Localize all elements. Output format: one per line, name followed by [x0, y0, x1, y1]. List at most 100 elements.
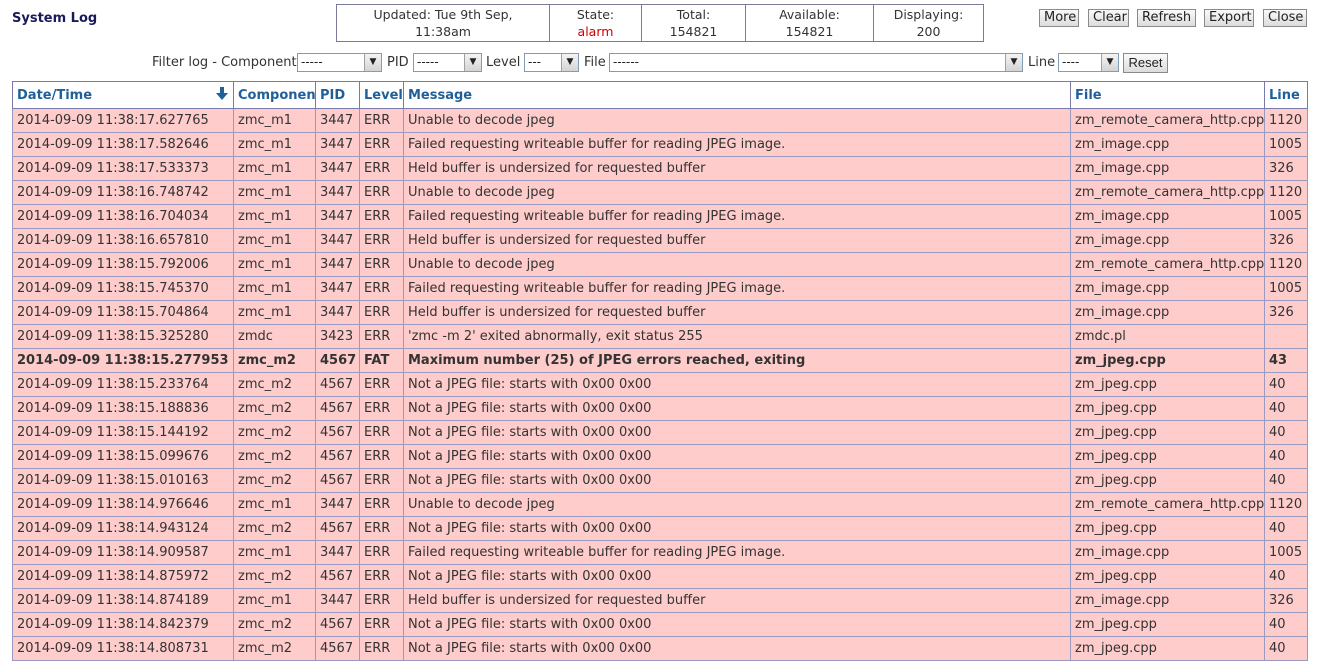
level-select[interactable]: --- ▼: [524, 53, 579, 72]
table-row[interactable]: 2014-09-09 11:38:15.325280 zmdc 3423 ERR'zm…: [12, 324, 1308, 349]
cell-message: Not a JPEG file: starts with 0x00 0x00: [403, 444, 1071, 469]
available-cell: Available: 154821: [745, 4, 874, 42]
cell-message: Held buffer is undersized for requested …: [403, 588, 1071, 613]
cell-pid: 3447: [315, 204, 360, 229]
more-button[interactable]: More: [1039, 9, 1079, 27]
cell-line: [1264, 324, 1308, 349]
table-row[interactable]: 2014-09-09 11:38:15.188836 zmc_m2 4567 ERR N…: [12, 396, 1308, 421]
cell-line: 1120: [1264, 252, 1308, 277]
cell-file: zm_image.cpp: [1070, 300, 1265, 325]
cell-datetime: 2014-09-09 11:38:15.704864: [12, 300, 234, 325]
cell-message: Not a JPEG file: starts with 0x00 0x00: [403, 468, 1071, 493]
filter-bar: Filter log - Component ----- ▼ PID -----…: [0, 52, 1323, 74]
cell-line: 40: [1264, 516, 1308, 541]
cell-level: ERR: [359, 516, 404, 541]
cell-file: zm_jpeg.cpp: [1070, 564, 1265, 589]
component-select[interactable]: ----- ▼: [297, 53, 382, 72]
cell-pid: 4567: [315, 468, 360, 493]
table-row[interactable]: 2014-09-09 11:38:15.144192 zmc_m2 4567 ERR N…: [12, 420, 1308, 445]
cell-component: zmc_m1: [233, 204, 316, 229]
column-header-file[interactable]: File: [1070, 81, 1265, 109]
table-row[interactable]: 2014-09-09 11:38:15.704864 zmc_m1 3447 ERR H…: [12, 300, 1308, 325]
close-button[interactable]: Close: [1263, 9, 1307, 27]
cell-level: ERR: [359, 588, 404, 613]
cell-message: Unable to decode jpeg: [403, 108, 1071, 133]
table-row[interactable]: 2014-09-09 11:38:17.582646 zmc_m1 3447 ERR F…: [12, 132, 1308, 157]
table-row[interactable]: 2014-09-09 11:38:14.909587 zmc_m1 3447 ERR F…: [12, 540, 1308, 565]
cell-level: ERR: [359, 444, 404, 469]
cell-message: Unable to decode jpeg: [403, 492, 1071, 517]
table-row[interactable]: 2014-09-09 11:38:15.277953 zmc_m2 4567 FAT M…: [12, 348, 1308, 373]
column-header-message[interactable]: Message: [403, 81, 1071, 109]
cell-line: 1120: [1264, 180, 1308, 205]
cell-component: zmc_m1: [233, 228, 316, 253]
table-row[interactable]: 2014-09-09 11:38:15.745370 zmc_m1 3447 ERR F…: [12, 276, 1308, 301]
cell-level: ERR: [359, 132, 404, 157]
cell-datetime: 2014-09-09 11:38:14.808731: [12, 636, 234, 661]
column-header-datetime[interactable]: Date/Time: [12, 81, 234, 109]
cell-datetime: 2014-09-09 11:38:14.842379: [12, 612, 234, 637]
export-button[interactable]: Export: [1204, 9, 1254, 27]
column-header-level[interactable]: Level: [359, 81, 404, 109]
cell-level: ERR: [359, 396, 404, 421]
table-row[interactable]: 2014-09-09 11:38:16.704034 zmc_m1 3447 ERR F…: [12, 204, 1308, 229]
cell-component: zmc_m2: [233, 348, 316, 373]
chevron-down-icon: ▼: [561, 54, 578, 71]
table-row[interactable]: 2014-09-09 11:38:14.874189 zmc_m1 3447 ERR H…: [12, 588, 1308, 613]
column-header-component[interactable]: Component: [233, 81, 322, 109]
line-select[interactable]: ---- ▼: [1058, 53, 1119, 72]
cell-line: 1005: [1264, 540, 1308, 565]
table-row[interactable]: 2014-09-09 11:38:14.875972 zmc_m2 4567 ERR N…: [12, 564, 1308, 589]
log-table-body: 2014-09-09 11:38:17.627765 zmc_m1 3447 ERR U…: [12, 108, 1308, 661]
cell-datetime: 2014-09-09 11:38:16.704034: [12, 204, 234, 229]
cell-pid: 4567: [315, 636, 360, 661]
cell-message: Not a JPEG file: starts with 0x00 0x00: [403, 636, 1071, 661]
table-row[interactable]: 2014-09-09 11:38:14.842379 zmc_m2 4567 ERR N…: [12, 612, 1308, 637]
displaying-label: Displaying:: [893, 7, 964, 22]
cell-message: Held buffer is undersized for requested …: [403, 156, 1071, 181]
table-row[interactable]: 2014-09-09 11:38:14.976646 zmc_m1 3447 ERR U…: [12, 492, 1308, 517]
file-select[interactable]: ------ ▼: [609, 53, 1023, 72]
updated-time: 11:38am: [415, 24, 471, 39]
cell-file: zm_jpeg.cpp: [1070, 612, 1265, 637]
cell-message: Failed requesting writeable buffer for r…: [403, 540, 1071, 565]
cell-file: zm_remote_camera_http.cpp: [1070, 108, 1265, 133]
table-row[interactable]: 2014-09-09 11:38:17.627765 zmc_m1 3447 ERR U…: [12, 108, 1308, 133]
refresh-button[interactable]: Refresh: [1137, 9, 1196, 27]
table-row[interactable]: 2014-09-09 11:38:15.233764 zmc_m2 4567 ERR N…: [12, 372, 1308, 397]
cell-file: zm_jpeg.cpp: [1070, 636, 1265, 661]
column-header-line[interactable]: Line: [1264, 81, 1308, 109]
cell-file: zm_jpeg.cpp: [1070, 348, 1265, 373]
pid-select[interactable]: ----- ▼: [413, 53, 482, 72]
cell-pid: 3447: [315, 540, 360, 565]
cell-message: Not a JPEG file: starts with 0x00 0x00: [403, 516, 1071, 541]
table-row[interactable]: 2014-09-09 11:38:15.792006 zmc_m1 3447 ERR U…: [12, 252, 1308, 277]
table-row[interactable]: 2014-09-09 11:38:17.533373 zmc_m1 3447 ERR H…: [12, 156, 1308, 181]
table-row[interactable]: 2014-09-09 11:38:14.943124 zmc_m2 4567 ERR N…: [12, 516, 1308, 541]
table-row[interactable]: 2014-09-09 11:38:15.010163 zmc_m2 4567 ERR N…: [12, 468, 1308, 493]
cell-datetime: 2014-09-09 11:38:17.533373: [12, 156, 234, 181]
table-row[interactable]: 2014-09-09 11:38:16.657810 zmc_m1 3447 ERR H…: [12, 228, 1308, 253]
cell-level: ERR: [359, 156, 404, 181]
cell-level: ERR: [359, 612, 404, 637]
cell-pid: 3447: [315, 492, 360, 517]
cell-datetime: 2014-09-09 11:38:14.909587: [12, 540, 234, 565]
cell-message: Not a JPEG file: starts with 0x00 0x00: [403, 372, 1071, 397]
cell-file: zm_jpeg.cpp: [1070, 396, 1265, 421]
cell-file: zm_remote_camera_http.cpp: [1070, 252, 1265, 277]
cell-file: zm_remote_camera_http.cpp: [1070, 492, 1265, 517]
cell-level: ERR: [359, 228, 404, 253]
cell-level: ERR: [359, 324, 404, 349]
cell-pid: 3423: [315, 324, 360, 349]
table-row[interactable]: 2014-09-09 11:38:14.808731 zmc_m2 4567 ERR N…: [12, 636, 1308, 661]
cell-pid: 3447: [315, 108, 360, 133]
state-cell: State: alarm: [549, 4, 642, 42]
cell-level: ERR: [359, 108, 404, 133]
column-header-pid[interactable]: PID: [315, 81, 360, 109]
reset-button[interactable]: Reset: [1123, 53, 1168, 73]
updated-cell: Updated: Tue 9th Sep, 11:38am: [336, 4, 550, 42]
cell-pid: 4567: [315, 564, 360, 589]
table-row[interactable]: 2014-09-09 11:38:16.748742 zmc_m1 3447 ERR U…: [12, 180, 1308, 205]
clear-button[interactable]: Clear: [1088, 9, 1129, 27]
table-row[interactable]: 2014-09-09 11:38:15.099676 zmc_m2 4567 ERR N…: [12, 444, 1308, 469]
